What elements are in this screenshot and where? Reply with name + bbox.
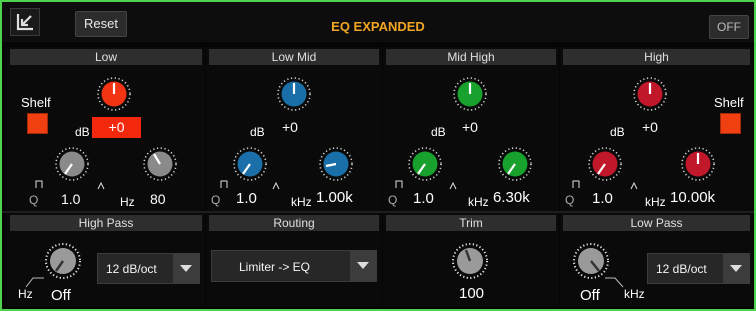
q-value: 1.0	[413, 190, 434, 207]
band-mid-high-title: Mid High	[386, 49, 556, 65]
freq-knob[interactable]	[143, 147, 177, 181]
bandwidth-icon	[35, 180, 43, 188]
q-knob[interactable]	[55, 147, 89, 181]
peak-icon	[97, 182, 105, 190]
freq-knob[interactable]	[498, 147, 532, 181]
high-pass-section: High Pass Hz Off 12 dB/oct	[7, 213, 205, 307]
freq-value: 10.00k	[670, 189, 716, 206]
band-low-title: Low	[10, 49, 202, 65]
band-low-mid: Low Mid dB +0 Q 1.0 kHz 1.00k	[206, 47, 382, 211]
low-pass-title: Low Pass	[563, 215, 750, 231]
high-pass-knob[interactable]	[45, 243, 81, 279]
low-pass-curve-icon	[605, 277, 624, 288]
band-mid-high: Mid High dB +0 Q 1.0 kHz 6.30k	[383, 47, 559, 211]
low-pass-section: Low Pass Off kHz 12 dB/oct	[560, 213, 753, 307]
gain-value: +0	[642, 119, 658, 135]
chevron-down-icon[interactable]	[173, 254, 199, 283]
gain-value: +0	[462, 119, 478, 135]
peak-icon	[272, 182, 280, 190]
shelf-label: Shelf	[21, 95, 51, 110]
freq-value: 6.30k	[493, 189, 530, 206]
high-pass-slope-dropdown[interactable]: 12 dB/oct	[97, 253, 200, 284]
freq-unit: kHz	[291, 195, 312, 209]
trim-section: Trim 100	[383, 213, 559, 307]
trim-knob[interactable]	[452, 243, 488, 279]
band-high: High Shelf dB +0 Q 1.0 kHz 10.00k	[560, 47, 753, 211]
gain-value: +0	[282, 119, 298, 135]
high-pass-title: High Pass	[10, 215, 202, 231]
gain-unit: dB	[610, 125, 625, 139]
q-label: Q	[211, 193, 221, 207]
high-pass-slope-value: 12 dB/oct	[106, 262, 157, 276]
gain-value[interactable]: +0	[92, 117, 141, 138]
freq-unit: kHz	[645, 195, 666, 209]
page-title: EQ EXPANDED	[331, 19, 425, 34]
routing-section: Routing Limiter -> EQ	[206, 213, 382, 307]
trim-value: 100	[459, 285, 485, 302]
band-low: Low Shelf dB +0 Q 1.0 Hz 80	[7, 47, 205, 211]
freq-knob[interactable]	[319, 147, 353, 181]
gain-unit: dB	[250, 125, 265, 139]
q-value: 1.0	[236, 190, 257, 207]
bandwidth-icon	[220, 180, 228, 188]
gain-knob[interactable]	[633, 77, 667, 111]
eq-power-button[interactable]: OFF	[709, 15, 749, 39]
gain-knob[interactable]	[97, 77, 131, 111]
bandwidth-icon	[572, 180, 580, 188]
high-pass-unit: Hz	[18, 287, 33, 301]
low-pass-value: Off	[580, 287, 600, 304]
q-label: Q	[388, 193, 398, 207]
low-pass-slope-value: 12 dB/oct	[656, 262, 707, 276]
q-knob[interactable]	[588, 147, 622, 181]
low-pass-unit: kHz	[624, 287, 645, 301]
chevron-down-icon[interactable]	[723, 254, 749, 283]
q-label: Q	[565, 193, 575, 207]
routing-title: Routing	[209, 215, 379, 231]
band-low-mid-title: Low Mid	[209, 49, 379, 65]
bandwidth-icon	[395, 180, 403, 188]
trim-title: Trim	[386, 215, 556, 231]
routing-value: Limiter -> EQ	[239, 260, 311, 274]
freq-knob[interactable]	[681, 147, 715, 181]
routing-dropdown[interactable]: Limiter -> EQ	[211, 250, 377, 282]
shelf-toggle[interactable]	[720, 113, 741, 134]
gain-knob[interactable]	[277, 77, 311, 111]
eq-window: Reset EQ EXPANDED OFF Low Shelf dB +0 Q …	[0, 0, 756, 311]
freq-value: 80	[150, 191, 166, 207]
divider	[2, 211, 754, 213]
peak-icon	[630, 182, 638, 190]
top-bar: Reset EQ EXPANDED OFF	[2, 2, 754, 42]
gain-unit: dB	[75, 125, 90, 139]
freq-unit: kHz	[468, 195, 489, 209]
high-pass-value: Off	[51, 287, 71, 304]
shelf-toggle[interactable]	[27, 113, 48, 134]
low-pass-slope-dropdown[interactable]: 12 dB/oct	[647, 253, 750, 284]
q-value: 1.0	[61, 191, 81, 207]
shelf-label: Shelf	[714, 95, 744, 110]
peak-icon	[449, 182, 457, 190]
q-label: Q	[29, 193, 39, 207]
q-knob[interactable]	[233, 147, 267, 181]
q-knob[interactable]	[408, 147, 442, 181]
gain-knob[interactable]	[453, 77, 487, 111]
freq-unit: Hz	[120, 195, 135, 209]
high-pass-curve-icon	[25, 277, 44, 288]
chevron-down-icon[interactable]	[350, 251, 376, 281]
gain-unit: dB	[431, 125, 446, 139]
low-pass-knob[interactable]	[573, 243, 609, 279]
q-value: 1.0	[592, 190, 613, 207]
band-high-title: High	[563, 49, 750, 65]
freq-value: 1.00k	[316, 189, 353, 206]
